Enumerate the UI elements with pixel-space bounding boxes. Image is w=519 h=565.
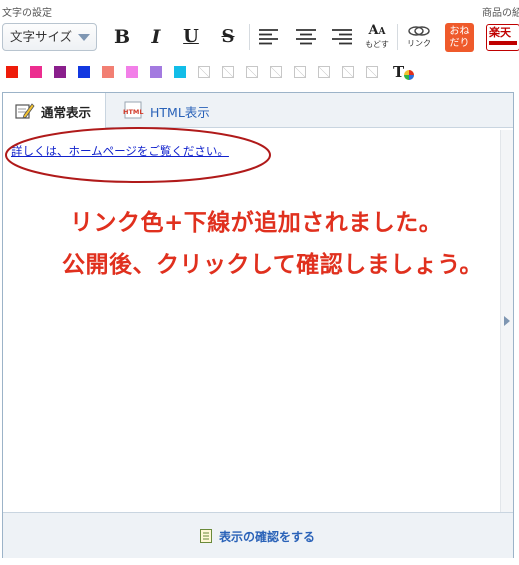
rakuten-label: 楽天 (489, 26, 511, 39)
empty-color-slot[interactable] (246, 66, 258, 78)
link-icon (408, 26, 430, 36)
document-icon (200, 529, 212, 543)
align-center-button[interactable] (295, 28, 317, 46)
empty-color-slot[interactable] (366, 66, 378, 78)
link-label: リンク (407, 39, 431, 48)
svg-text:HTML: HTML (123, 108, 143, 116)
annotation-line-1: リンク色+下線が追加されました。 (70, 210, 443, 236)
empty-color-slot[interactable] (294, 66, 306, 78)
align-left-icon (259, 29, 278, 45)
align-right-icon (332, 29, 352, 45)
chevron-down-icon (78, 34, 90, 41)
align-left-button[interactable] (258, 28, 280, 46)
edit-icon (15, 103, 35, 119)
tab-html-label: HTML表示 (150, 105, 210, 120)
underline-button[interactable]: U (180, 25, 202, 49)
clear-format-button[interactable]: AA もどす (362, 24, 392, 50)
strikethrough-button[interactable]: S (217, 25, 239, 49)
font-reset-icon: AA (368, 23, 386, 38)
svg-text:T: T (393, 63, 405, 81)
align-center-icon (296, 29, 316, 45)
empty-color-slot[interactable] (342, 66, 354, 78)
empty-color-slot[interactable] (198, 66, 210, 78)
empty-color-slot[interactable] (222, 66, 234, 78)
tab-normal-view[interactable]: 通常表示 (3, 93, 106, 128)
text-color-button[interactable]: T (392, 62, 416, 82)
color-swatch[interactable] (54, 66, 66, 78)
onedari-button[interactable]: おね だり (445, 23, 474, 52)
expand-arrow-icon[interactable] (504, 316, 510, 326)
empty-color-slot[interactable] (318, 66, 330, 78)
align-right-button[interactable] (331, 28, 353, 46)
color-swatch[interactable] (78, 66, 90, 78)
html-icon: HTML (123, 101, 143, 119)
highlight-ellipse (5, 127, 271, 183)
color-swatch[interactable] (30, 66, 42, 78)
color-swatch[interactable] (126, 66, 138, 78)
empty-color-slot[interactable] (270, 66, 282, 78)
bold-button[interactable]: B (111, 25, 133, 49)
rakuten-logo-bar (489, 41, 517, 45)
color-swatch[interactable] (150, 66, 162, 78)
tab-normal-label: 通常表示 (41, 105, 92, 120)
toolbar-divider (249, 24, 250, 50)
font-size-select[interactable]: 文字サイズ (2, 23, 97, 51)
tab-html-view[interactable]: HTML HTML表示 (117, 93, 227, 127)
toolbar-divider (397, 24, 398, 50)
rakuten-button[interactable]: 楽天 (486, 24, 519, 51)
font-size-value: 文字サイズ (10, 29, 73, 44)
color-swatch[interactable] (174, 66, 186, 78)
editor-content[interactable] (4, 130, 500, 512)
editor-scrollbar[interactable] (500, 130, 513, 512)
color-swatch[interactable] (102, 66, 114, 78)
text-color-icon: T (393, 63, 414, 81)
color-swatch[interactable] (6, 66, 18, 78)
text-settings-label: 文字の設定 (2, 8, 52, 19)
clear-format-label: もどす (365, 40, 389, 49)
confirm-display-label: 表示の確認をする (219, 530, 316, 544)
annotation-line-2: 公開後、クリックして確認しましょう。 (62, 252, 483, 278)
link-button[interactable]: リンク (404, 24, 434, 50)
product-label: 商品の紹 (482, 8, 519, 19)
italic-button[interactable]: I (145, 25, 167, 49)
